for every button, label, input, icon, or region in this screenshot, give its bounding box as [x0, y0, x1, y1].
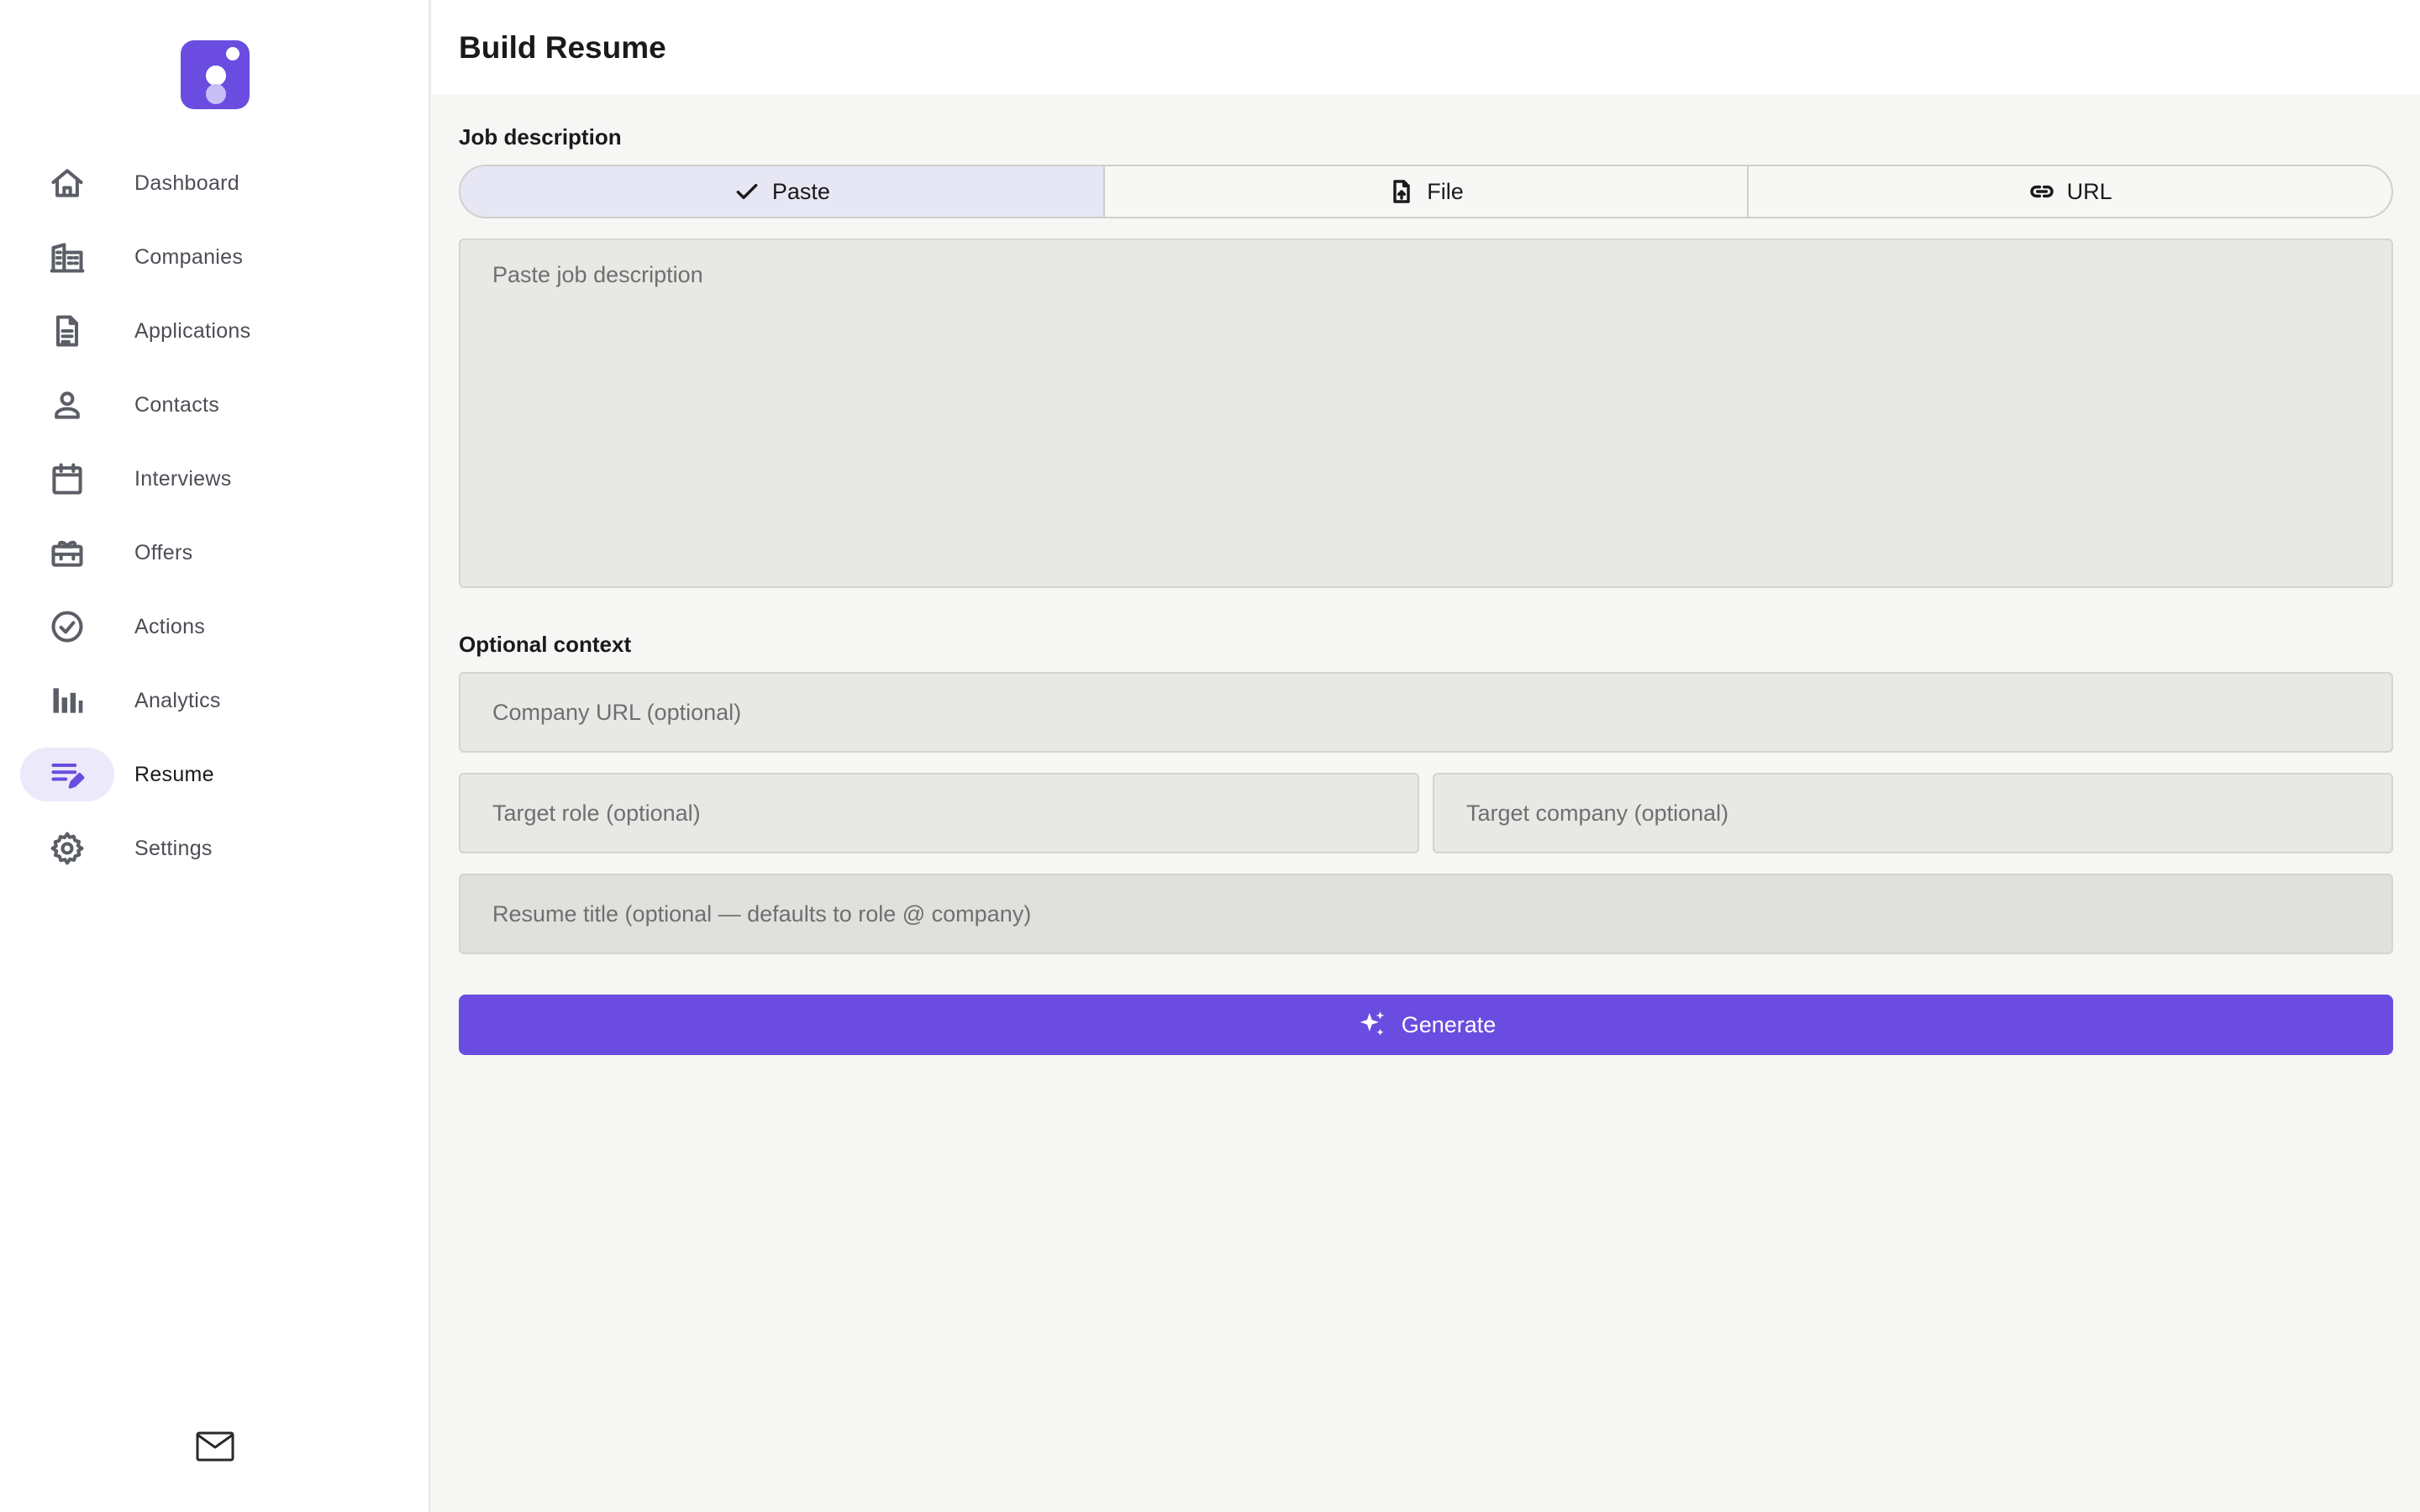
bar-chart-icon: [20, 674, 114, 727]
generate-label: Generate: [1401, 1011, 1497, 1037]
tab-label: Paste: [771, 178, 830, 204]
sidebar-item-label: Actions: [134, 614, 206, 638]
check-circle-icon: [20, 600, 114, 654]
sidebar-item-settings[interactable]: Settings: [0, 811, 430, 885]
edit-note-icon: [20, 748, 114, 801]
sidebar-item-interviews[interactable]: Interviews: [0, 442, 430, 516]
sidebar-item-dashboard[interactable]: Dashboard: [0, 146, 430, 220]
gear-icon: [20, 822, 114, 875]
sidebar-item-resume[interactable]: Resume: [0, 738, 430, 811]
person-icon: [20, 378, 114, 432]
sparkle-icon: [1360, 1011, 1384, 1036]
link-icon: [2030, 185, 2054, 198]
sidebar-item-applications[interactable]: Applications: [0, 294, 430, 368]
sidebar-item-actions[interactable]: Actions: [0, 590, 430, 664]
sidebar-item-label: Settings: [134, 836, 213, 860]
page-title: Build Resume: [459, 30, 666, 65]
generate-button[interactable]: Generate: [459, 995, 2393, 1055]
target-role-input[interactable]: [459, 773, 1419, 853]
calendar-icon: [20, 452, 114, 506]
sidebar-item-label: Applications: [134, 318, 251, 343]
sidebar-item-label: Companies: [134, 244, 244, 269]
sidebar-item-companies[interactable]: Companies: [0, 220, 430, 294]
sidebar: Dashboard Companies Applications Contact…: [0, 0, 430, 1512]
tab-url[interactable]: URL: [1749, 166, 2391, 217]
sidebar-item-contacts[interactable]: Contacts: [0, 368, 430, 442]
app-logo[interactable]: [181, 40, 250, 109]
sidebar-item-label: Resume: [134, 762, 214, 786]
check-icon: [736, 183, 758, 200]
job-description-label: Job description: [459, 124, 622, 150]
tab-label: File: [1427, 178, 1464, 204]
tab-label: URL: [2066, 178, 2112, 204]
optional-context-label: Optional context: [459, 632, 632, 657]
home-icon: [20, 156, 114, 210]
mail-icon[interactable]: [195, 1430, 235, 1463]
file-upload-icon: [1393, 180, 1410, 203]
page-header: Build Resume: [432, 0, 2420, 94]
sidebar-item-label: Analytics: [134, 688, 221, 712]
source-tabs: Paste File URL: [459, 165, 2393, 218]
sidebar-item-analytics[interactable]: Analytics: [0, 664, 430, 738]
tab-file[interactable]: File: [1105, 166, 1749, 217]
sidebar-item-label: Interviews: [134, 466, 232, 491]
sidebar-item-offers[interactable]: Offers: [0, 516, 430, 590]
company-url-input[interactable]: [459, 672, 2393, 753]
sidebar-item-label: Dashboard: [134, 171, 240, 195]
job-description-input[interactable]: [459, 239, 2393, 588]
gift-icon: [20, 526, 114, 580]
sidebar-nav: Dashboard Companies Applications Contact…: [0, 146, 430, 885]
tab-paste[interactable]: Paste: [460, 166, 1105, 217]
sidebar-item-label: Contacts: [134, 392, 220, 417]
building-icon: [20, 230, 114, 284]
document-icon: [20, 304, 114, 358]
resume-title-input[interactable]: [459, 874, 2393, 954]
sidebar-item-label: Offers: [134, 540, 193, 564]
target-company-input[interactable]: [1433, 773, 2393, 853]
